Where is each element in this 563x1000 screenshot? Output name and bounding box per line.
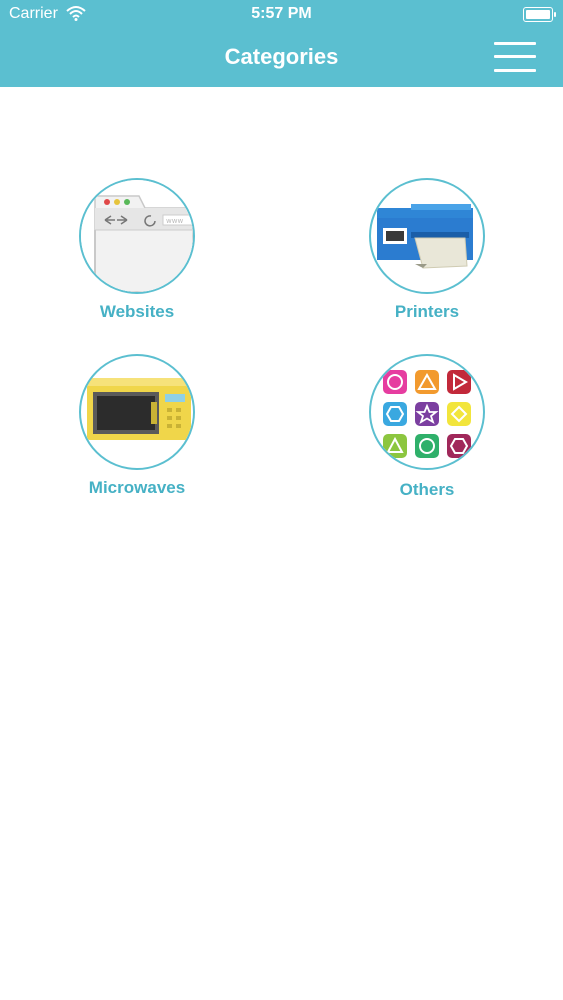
printer-icon <box>369 178 485 294</box>
shapes-grid-icon <box>369 354 485 470</box>
category-others[interactable]: Others <box>327 354 527 500</box>
category-microwaves[interactable]: Microwaves <box>37 354 237 498</box>
status-time: 5:57 PM <box>251 5 312 22</box>
browser-window-icon: www <box>79 178 195 294</box>
category-label: Microwaves <box>88 478 186 497</box>
microwave-icon <box>79 354 195 470</box>
menu-icon <box>494 42 536 45</box>
category-label: Others <box>399 480 455 499</box>
category-label: Websites <box>99 302 175 321</box>
page-title: Categories <box>224 44 339 69</box>
svg-text:www: www <box>166 217 183 225</box>
navigation-bar: Carrier 5:57 PM Categories <box>0 0 563 87</box>
category-label: Printers <box>394 302 460 321</box>
battery-icon <box>523 7 556 22</box>
menu-button[interactable] <box>494 42 536 72</box>
status-bar: Carrier 5:57 PM <box>0 0 563 30</box>
category-printers[interactable]: Printers <box>327 178 527 322</box>
category-websites[interactable]: www Websites <box>37 178 237 322</box>
